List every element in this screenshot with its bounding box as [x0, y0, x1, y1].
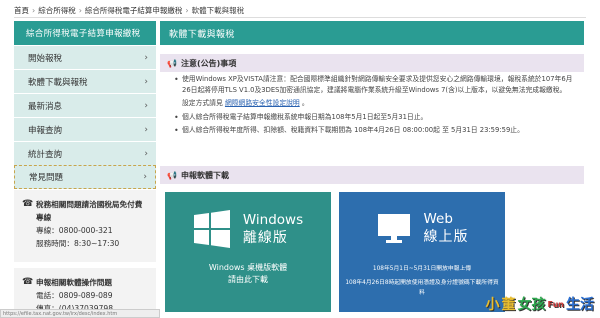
- megaphone-icon: 📢: [167, 170, 177, 180]
- contact-phone: 專線：0800-000-321: [36, 226, 113, 235]
- tile-title-zh: 線上版: [423, 228, 469, 245]
- breadcrumb-separator: ›: [78, 5, 82, 15]
- tile-title-en: Web: [423, 210, 453, 227]
- contact-phone: 電話：0809-089-089: [36, 291, 113, 300]
- sidebar-item-filing-inquiry[interactable]: 申報查詢 ›: [14, 117, 156, 141]
- breadcrumb-current: 軟體下載與報稅: [191, 5, 245, 15]
- download-section-title: 申報軟體下載: [180, 170, 229, 180]
- notice-section-header: 📢 注意(公告)事項: [160, 54, 584, 72]
- sidebar-item-software-download[interactable]: 軟體下載與報稅 ›: [14, 69, 156, 93]
- sidebar-item-news[interactable]: 最新消息 ›: [14, 93, 156, 117]
- watermark-logo: 小 董 女孩 Fun 生活: [486, 294, 594, 314]
- tile-caption: Windows 桌機版軟體: [208, 263, 288, 272]
- contact-title: 稅務相關問題請洽國稅局免付費專線: [36, 200, 143, 222]
- sidebar-item-faq[interactable]: 常見問題 ›: [14, 165, 156, 189]
- megaphone-icon: 📢: [167, 58, 177, 68]
- chevron-right-icon: ›: [144, 148, 148, 159]
- chevron-right-icon: ›: [144, 76, 148, 87]
- security-settings-link[interactable]: 網際網路安全性設定說明: [225, 99, 300, 107]
- sidebar-item-label: 常見問題: [29, 173, 64, 183]
- sidebar-item-label: 最新消息: [28, 101, 63, 112]
- notice-item: 使用Windows XP及VISTA請注意：配合國際標準組織針對網路傳輸安全要求…: [160, 74, 584, 96]
- contact-hours: 服務時間：8:30~17:30: [36, 239, 120, 248]
- watermark-char: Fun: [547, 299, 564, 309]
- watermark-char: 生活: [566, 297, 594, 313]
- status-bar-url: https://efile.tax.nat.gov.tw/irx/desc/in…: [0, 309, 160, 318]
- chevron-right-icon: ›: [144, 52, 148, 63]
- watermark-char: 女孩: [517, 297, 546, 313]
- notice-section-title: 注意(公告)事項: [180, 58, 237, 68]
- sidebar: 綜合所得稅電子結算申報繳稅 開始報稅 › 軟體下載與報稅 › 最新消息 › 申報…: [14, 21, 156, 189]
- watermark-char: 董: [501, 297, 516, 313]
- sidebar-title: 綜合所得稅電子結算申報繳稅: [14, 21, 156, 45]
- tile-title-en: Windows: [242, 211, 304, 228]
- tile-title-zh: 離線版: [242, 229, 288, 246]
- chevron-right-icon: ›: [144, 124, 148, 135]
- tile-caption: 108年4月26日8時起開放使用憑證及身分證號碼下載所得資料: [345, 280, 499, 296]
- monitor-icon: [377, 214, 410, 243]
- sidebar-item-statistics[interactable]: 統計查詢 ›: [14, 141, 156, 165]
- sidebar-item-start-filing[interactable]: 開始報稅 ›: [14, 45, 156, 69]
- page-title: 軟體下載與報稅: [160, 21, 584, 45]
- notice-sub-suffix: 。: [301, 99, 309, 107]
- contact-tax-hotline: ☎ 稅務相關問題請洽國稅局免付費專線 專線：0800-000-321 服務時間：…: [14, 190, 156, 262]
- notice-sub-prefix: 設定方式請見: [182, 99, 223, 107]
- phone-icon: ☎: [22, 199, 34, 209]
- breadcrumb-efiling[interactable]: 綜合所得稅電子結算申報繳稅: [85, 5, 183, 16]
- breadcrumb-home[interactable]: 首頁: [14, 5, 29, 16]
- tile-caption: 108年5月1日~5月31日開放申報上傳: [372, 266, 472, 272]
- breadcrumb-income-tax[interactable]: 綜合所得稅: [38, 5, 76, 16]
- notice-item: 個人綜合所得稅電子結算申報繳稅系統申報日期為108年5月1日起至5月31日止。: [160, 112, 584, 123]
- notice-list: 使用Windows XP及VISTA請注意：配合國際標準組織針對網路傳輸安全要求…: [160, 74, 584, 136]
- sidebar-item-label: 軟體下載與報稅: [28, 77, 88, 88]
- sidebar-item-label: 統計查詢: [28, 149, 63, 160]
- breadcrumb-separator: ›: [185, 5, 189, 15]
- contact-title: 申報相關軟體操作問題: [36, 278, 112, 287]
- chevron-right-icon: ›: [144, 100, 148, 111]
- windows-logo-icon: [193, 210, 230, 248]
- web-online-filing-tile[interactable]: Web 線上版 108年5月1日~5月31日開放申報上傳 108年4月26日8時…: [339, 192, 505, 312]
- chevron-right-icon: ›: [143, 172, 147, 182]
- sidebar-item-label: 申報查詢: [28, 125, 63, 136]
- breadcrumb-divider: [14, 17, 586, 18]
- breadcrumb: 首頁 › 綜合所得稅 › 綜合所得稅電子結算申報繳稅 › 軟體下載與報稅: [14, 3, 244, 17]
- notice-item: 個人綜合所得稅年度所得、扣除額、稅籍資料下載期間為 108年4月26日 08:0…: [160, 125, 584, 136]
- breadcrumb-separator: ›: [32, 5, 36, 15]
- sidebar-item-label: 開始報稅: [28, 53, 63, 64]
- notice-sub-note: 設定方式請見 網際網路安全性設定說明 。: [160, 98, 584, 109]
- phone-icon: ☎: [22, 277, 34, 287]
- download-section-header: 📢 申報軟體下載: [160, 166, 584, 184]
- watermark-char: 小: [485, 297, 500, 313]
- tile-caption: 請由此下載: [228, 275, 268, 284]
- windows-offline-download-tile[interactable]: Windows 離線版 Windows 桌機版軟體 請由此下載: [165, 192, 331, 312]
